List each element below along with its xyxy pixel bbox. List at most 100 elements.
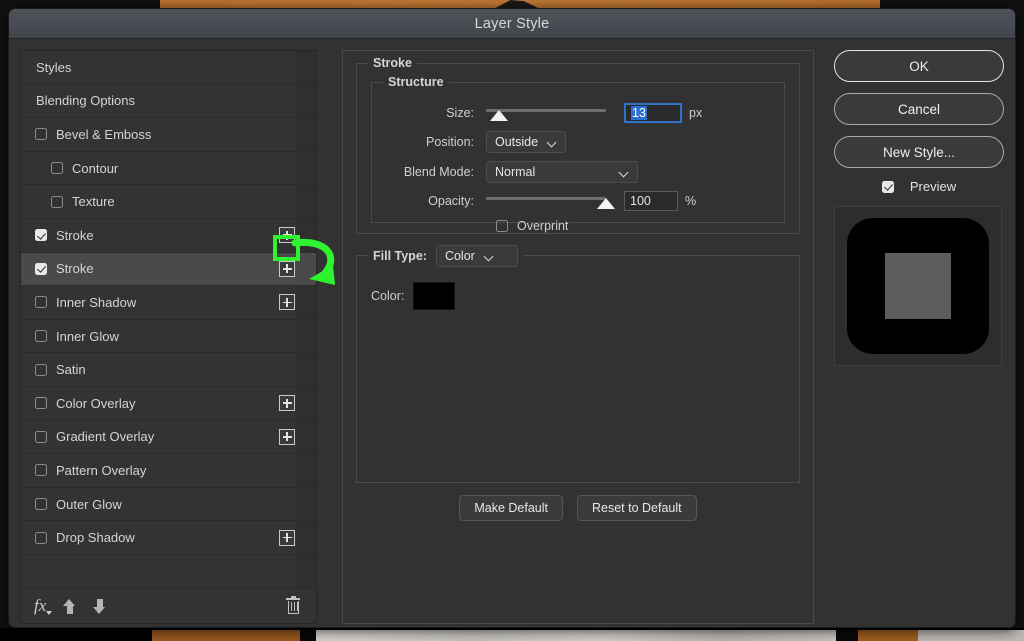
make-default-button[interactable]: Make Default bbox=[459, 495, 563, 521]
styles-list-item-pattern-overlay[interactable]: Pattern Overlay bbox=[21, 454, 316, 488]
size-slider-thumb[interactable] bbox=[490, 110, 509, 121]
blend-mode-row: Blend Mode: Normal bbox=[386, 161, 638, 183]
styles-list-item-label: Outer Glow bbox=[56, 496, 122, 512]
styles-list-panel: Styles Blending Options Bevel & Emboss Cont… bbox=[20, 50, 317, 624]
dialog-body: Styles Blending Options Bevel & Emboss Cont… bbox=[9, 39, 1015, 627]
actions-column: OK Cancel New Style... Preview bbox=[834, 50, 1004, 627]
styles-list-item-blending-options[interactable]: Blending Options bbox=[21, 85, 316, 119]
styles-list-item-satin[interactable]: Satin bbox=[21, 353, 316, 387]
opacity-slider[interactable] bbox=[486, 194, 615, 209]
effect-checkbox[interactable] bbox=[35, 498, 47, 511]
styles-list-item-gradient-overlay[interactable]: Gradient Overlay bbox=[21, 421, 316, 455]
styles-list-item-label: Texture bbox=[72, 194, 115, 210]
effect-checkbox[interactable] bbox=[35, 430, 47, 443]
add-effect-plus-button[interactable] bbox=[279, 260, 295, 277]
dialog-title: Layer Style bbox=[474, 15, 550, 32]
add-effect-plus-button[interactable] bbox=[279, 227, 295, 244]
size-slider[interactable] bbox=[486, 106, 606, 121]
effect-checkbox[interactable] bbox=[35, 262, 47, 275]
fx-icon[interactable]: fx bbox=[34, 596, 53, 616]
arrow-down-icon[interactable] bbox=[93, 598, 106, 614]
cancel-button[interactable]: Cancel bbox=[834, 93, 1004, 125]
opacity-label: Opacity: bbox=[428, 194, 474, 208]
effect-checkbox[interactable] bbox=[35, 229, 47, 242]
styles-list-item-stroke[interactable]: Stroke bbox=[21, 252, 316, 287]
effect-checkbox[interactable] bbox=[35, 464, 47, 477]
preview-thumbnail bbox=[834, 206, 1002, 366]
preview-layer-square bbox=[885, 253, 951, 319]
opacity-row: Opacity: 100 % bbox=[386, 191, 696, 211]
styles-list-item-label: Color Overlay bbox=[56, 395, 136, 411]
add-effect-plus-button[interactable] bbox=[279, 529, 295, 546]
overprint-checkbox[interactable] bbox=[496, 220, 508, 232]
position-select[interactable]: Outside bbox=[486, 131, 566, 153]
arrow-up-icon[interactable] bbox=[63, 598, 76, 614]
effect-checkbox[interactable] bbox=[51, 195, 63, 208]
preview-toggle[interactable]: Preview bbox=[834, 179, 1004, 194]
effect-checkbox[interactable] bbox=[35, 296, 47, 309]
styles-list-item-label: Satin bbox=[56, 362, 86, 378]
styles-list-item-label: Blending Options bbox=[36, 93, 136, 109]
effect-checkbox[interactable] bbox=[35, 531, 47, 544]
opacity-slider-thumb[interactable] bbox=[597, 198, 615, 209]
styles-list-item-outer-glow[interactable]: Outer Glow bbox=[21, 488, 316, 522]
effect-checkbox[interactable] bbox=[35, 363, 47, 376]
opacity-input[interactable]: 100 bbox=[624, 191, 678, 211]
styles-list[interactable]: Styles Blending Options Bevel & Emboss Cont… bbox=[21, 51, 316, 588]
styles-list-item-label: Pattern Overlay bbox=[56, 462, 147, 478]
overprint-label: Overprint bbox=[517, 219, 569, 233]
styles-list-item-inner-glow[interactable]: Inner Glow bbox=[21, 320, 316, 354]
styles-list-item-bevel-emboss[interactable]: Bevel & Emboss bbox=[21, 118, 316, 152]
blend-mode-select[interactable]: Normal bbox=[486, 161, 638, 183]
color-row: Color: bbox=[371, 282, 456, 310]
effect-checkbox[interactable] bbox=[35, 128, 47, 141]
styles-list-item-label: Styles bbox=[36, 59, 72, 75]
styles-list-item-inner-shadow[interactable]: Inner Shadow bbox=[21, 286, 316, 320]
fill-type-select[interactable]: Color bbox=[435, 245, 518, 267]
default-buttons: Make Default Reset to Default bbox=[343, 495, 813, 521]
size-unit: px bbox=[689, 106, 703, 120]
styles-list-item-label: Contour bbox=[72, 160, 119, 176]
styles-list-item-color-overlay[interactable]: Color Overlay bbox=[21, 387, 316, 421]
chevron-down-icon bbox=[620, 168, 629, 177]
styles-list-item-stroke[interactable]: Stroke bbox=[21, 219, 316, 253]
settings-column: Stroke Structure Size: 13 px Position: O… bbox=[342, 50, 814, 627]
overprint-row[interactable]: Overprint bbox=[496, 219, 568, 233]
styles-list-item-contour[interactable]: Contour bbox=[21, 152, 316, 186]
effect-checkbox[interactable] bbox=[35, 397, 47, 410]
styles-list-item-drop-shadow[interactable]: Drop Shadow bbox=[21, 521, 316, 555]
effect-checkbox[interactable] bbox=[51, 162, 63, 175]
styles-rows: Styles Blending Options Bevel & Emboss Cont… bbox=[21, 51, 316, 555]
styles-list-item-texture[interactable]: Texture bbox=[21, 185, 316, 219]
styles-list-toolbar: fx bbox=[21, 588, 316, 623]
styles-list-item-label: Bevel & Emboss bbox=[56, 126, 152, 142]
structure-section: Structure Size: 13 px Position: Outside … bbox=[371, 75, 785, 233]
fill-type-section: Fill Type: Color Color: bbox=[356, 245, 800, 483]
color-swatch[interactable] bbox=[413, 282, 456, 310]
opacity-value: 100 bbox=[630, 194, 651, 208]
size-value: 13 bbox=[631, 106, 647, 120]
position-value: Outside bbox=[495, 135, 539, 149]
trash-icon[interactable] bbox=[286, 596, 300, 614]
add-effect-plus-button[interactable] bbox=[279, 428, 295, 445]
add-effect-plus-button[interactable] bbox=[279, 294, 295, 311]
styles-list-item-label: Stroke bbox=[56, 261, 94, 277]
stroke-section-title: Stroke bbox=[368, 56, 417, 70]
add-effect-plus-button[interactable] bbox=[279, 395, 295, 412]
preview-stroke-shape bbox=[847, 218, 989, 354]
reset-to-default-button[interactable]: Reset to Default bbox=[577, 495, 697, 521]
styles-list-item-label: Inner Shadow bbox=[56, 294, 137, 310]
new-style-button[interactable]: New Style... bbox=[834, 136, 1004, 168]
styles-list-item-label: Drop Shadow bbox=[56, 530, 135, 546]
dialog-titlebar[interactable]: Layer Style bbox=[9, 9, 1015, 39]
chevron-down-icon bbox=[485, 252, 494, 261]
preview-label: Preview bbox=[909, 179, 957, 194]
effect-checkbox[interactable] bbox=[35, 330, 47, 343]
opacity-unit: % bbox=[685, 194, 697, 208]
fill-type-value: Color bbox=[444, 249, 475, 263]
ok-button[interactable]: OK bbox=[834, 50, 1004, 82]
size-input[interactable]: 13 bbox=[624, 103, 682, 123]
styles-list-item-styles[interactable]: Styles bbox=[21, 51, 316, 85]
preview-checkbox[interactable] bbox=[881, 180, 894, 193]
blend-mode-label: Blend Mode: bbox=[403, 165, 474, 179]
